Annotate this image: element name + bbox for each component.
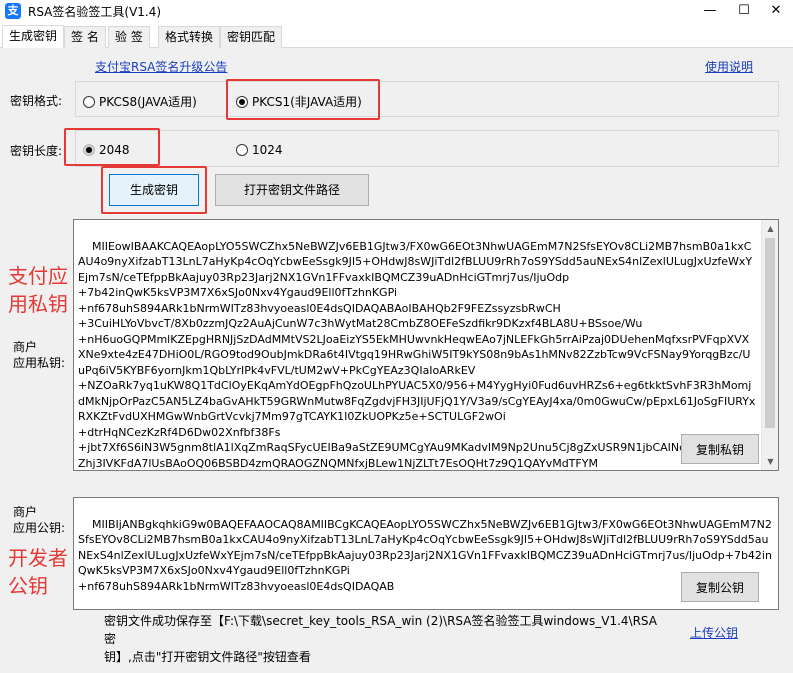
public-key-annotation: 开发者 公钥 xyxy=(8,544,68,600)
tab-strip: 生成密钥 签 名 验 签 格式转换 密钥匹配 xyxy=(0,25,793,48)
close-button[interactable]: ✕ xyxy=(759,0,793,22)
scroll-thumb[interactable] xyxy=(765,238,775,428)
tab-generate-key[interactable]: 生成密钥 xyxy=(2,25,65,48)
public-key-textarea[interactable]: MIIBIjANBgkqhkiG9w0BAQEFAAOCAQ8AMIIBCgKC… xyxy=(73,497,779,610)
radio-pkcs8-label: PKCS8(JAVA适用) xyxy=(99,95,197,109)
private-key-label-line2: 应用私钥: xyxy=(13,356,66,370)
highlight-pkcs1 xyxy=(226,79,380,120)
key-format-label: 密钥格式: xyxy=(10,94,63,108)
copy-public-key-button[interactable]: 复制公钥 xyxy=(681,572,759,602)
upgrade-notice-link[interactable]: 支付宝RSA签名升级公告 xyxy=(95,58,227,75)
public-key-label-line2: 应用公钥: xyxy=(13,521,66,535)
save-status-message: 密钥文件成功保存至【F:\下载\secret_key_tools_RSA_win… xyxy=(104,612,664,666)
scroll-up-icon[interactable]: ▲ xyxy=(762,220,778,237)
key-format-group: PKCS8(JAVA适用) PKCS1(非JAVA适用) xyxy=(75,81,779,117)
private-key-text: MIIEowIBAAKCAQEAopLYO5SWCZhx5NeBWZJv6EB1… xyxy=(78,239,756,470)
tab-sign[interactable]: 签 名 xyxy=(64,26,106,48)
window-title: RSA签名验签工具(V1.4) xyxy=(28,5,162,19)
public-annotation-line2: 公钥 xyxy=(8,574,48,598)
title-bar: 支 RSA签名验签工具(V1.4) — ☐ ✕ xyxy=(0,0,793,22)
private-key-label: 商户 应用私钥: xyxy=(13,339,65,371)
status-line2: 钥】,点击"打开密钥文件路径"按钮查看 xyxy=(104,650,311,664)
alipay-app-icon: 支 xyxy=(5,3,21,19)
tab-format-convert[interactable]: 格式转换 xyxy=(158,26,221,48)
status-line1: 密钥文件成功保存至【F:\下载\secret_key_tools_RSA_win… xyxy=(104,614,657,646)
private-annotation-line2: 用私钥 xyxy=(8,292,68,316)
private-key-annotation: 支付应 用私钥 xyxy=(8,262,68,318)
generate-key-panel: 支付宝RSA签名升级公告 使用说明 密钥格式: PKCS8(JAVA适用) PK… xyxy=(0,48,793,673)
open-key-path-button[interactable]: 打开密钥文件路径 xyxy=(215,174,369,206)
radio-1024-indicator xyxy=(236,144,248,156)
tab-key-match[interactable]: 密钥匹配 xyxy=(220,26,283,48)
copy-private-key-button[interactable]: 复制私钥 xyxy=(681,434,759,464)
tab-verify[interactable]: 验 签 xyxy=(108,26,150,48)
minimize-button[interactable]: — xyxy=(693,0,727,22)
maximize-button[interactable]: ☐ xyxy=(727,0,761,22)
upload-public-key-link[interactable]: 上传公钥 xyxy=(690,624,738,641)
key-length-label: 密钥长度: xyxy=(10,144,63,158)
public-key-text: MIIBIjANBgkqhkiG9w0BAQEFAAOCAQ8AMIIBCgKC… xyxy=(78,517,772,593)
radio-1024[interactable]: 1024 xyxy=(236,143,283,157)
highlight-2048 xyxy=(64,128,160,166)
radio-1024-label: 1024 xyxy=(252,143,283,157)
public-annotation-line1: 开发者 xyxy=(8,546,68,570)
highlight-generate xyxy=(101,166,207,214)
private-annotation-line1: 支付应 xyxy=(8,264,68,288)
scroll-down-icon[interactable]: ▼ xyxy=(762,453,778,470)
radio-pkcs8[interactable]: PKCS8(JAVA适用) xyxy=(83,93,197,110)
public-key-label-line1: 商户 xyxy=(13,505,38,519)
private-key-label-line1: 商户 xyxy=(13,340,38,354)
private-key-textarea[interactable]: MIIEowIBAAKCAQEAopLYO5SWCZhx5NeBWZJv6EB1… xyxy=(73,219,779,471)
public-key-label: 商户 应用公钥: xyxy=(13,504,65,536)
private-key-scrollbar[interactable]: ▲ ▼ xyxy=(761,220,778,470)
key-length-group: 2048 1024 xyxy=(75,130,779,167)
radio-pkcs8-indicator xyxy=(83,95,95,108)
manual-link[interactable]: 使用说明 xyxy=(705,58,753,75)
